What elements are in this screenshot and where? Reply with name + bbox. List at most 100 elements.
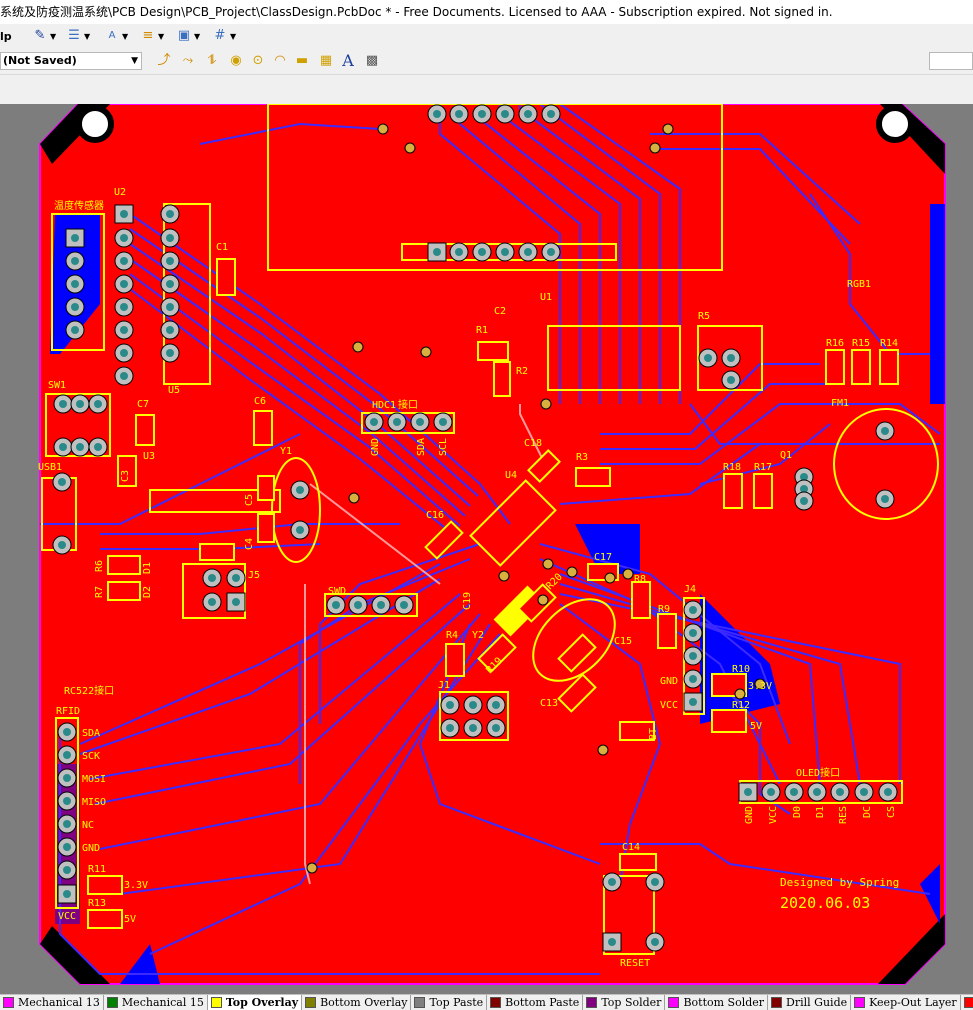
- layer-color-swatch: [854, 997, 866, 1008]
- pad-hole: [208, 574, 216, 582]
- document-tab-band: [0, 75, 973, 105]
- layer-tab-mechanical-13[interactable]: Mechanical 13: [0, 995, 104, 1010]
- layer-tab-bottom-solder[interactable]: Bottom Solder: [665, 995, 769, 1010]
- layer-tab-label: Drill Guide: [786, 996, 848, 1009]
- silk-label-d2: D2: [142, 586, 153, 598]
- grid-tool-button[interactable]: # ▼: [212, 27, 237, 45]
- pad-hole: [71, 234, 79, 242]
- via: [597, 744, 609, 756]
- place-tool-button[interactable]: ☰ ▼: [66, 27, 90, 45]
- pad-hole: [744, 788, 752, 796]
- layer-tab-keep-out-layer[interactable]: Keep-Out Layer: [851, 995, 961, 1010]
- pad-hole: [790, 788, 798, 796]
- pad-hole: [71, 326, 79, 334]
- layer-color-swatch: [3, 997, 14, 1008]
- pad-hole: [354, 601, 362, 609]
- layer-color-swatch: [771, 997, 783, 1008]
- layer-tab-label: Mechanical 15: [121, 996, 204, 1009]
- silk-label-v5b: 5V: [750, 721, 762, 732]
- place-pad-button[interactable]: ◉: [228, 52, 244, 70]
- pad-hole: [547, 110, 555, 118]
- silk-label-r7: R7: [94, 586, 105, 598]
- silk-label-nc: NC: [82, 820, 94, 831]
- diff-pair-button[interactable]: ⤳: [180, 52, 196, 70]
- text-style-icon: A: [108, 30, 116, 41]
- layer-color-swatch: [210, 997, 222, 1008]
- silk-label-r4: R4: [446, 630, 458, 641]
- layer-tab-drill-drawing[interactable]: Drill Drawing: [961, 995, 973, 1010]
- silk-label-vcc_o: VCC: [768, 806, 779, 824]
- pad-hole: [689, 629, 697, 637]
- layer-tab-bottom-overlay[interactable]: Bottom Overlay: [302, 995, 412, 1010]
- pad-hole: [94, 400, 102, 408]
- silk-label-r6: R6: [94, 560, 105, 572]
- pcb-board-view[interactable]: U2 U5 C1 U1 R5 R1 C2 R2 RGB1 R16 R15 R14 FM1 SW1 C7 C6 H…: [0, 104, 973, 994]
- interactive-route-button[interactable]: ⤴: [156, 52, 172, 70]
- via: [734, 688, 746, 700]
- pcb-canvas[interactable]: U2 U5 C1 U1 R5 R1 C2 R2 RGB1 R16 R15 R14 FM1 SW1 C7 C6 H…: [0, 104, 973, 994]
- silk-label-miso: MISO: [82, 797, 106, 808]
- place-via-button[interactable]: ⊙: [250, 52, 266, 70]
- silk-label-vcc_rf: VCC: [58, 911, 76, 922]
- silk-label-y2: Y2: [472, 630, 484, 641]
- via: [566, 566, 578, 578]
- text-tool-button[interactable]: A ▼: [104, 27, 129, 45]
- pad-hole: [501, 110, 509, 118]
- variant-combo[interactable]: (Not Saved) ▼: [0, 52, 142, 70]
- via: [348, 492, 360, 504]
- layer-tab-mechanical-15[interactable]: Mechanical 15: [104, 995, 208, 1010]
- pad-hole: [881, 495, 889, 503]
- via: [540, 398, 552, 410]
- chevron-down-icon: ▼: [230, 31, 237, 41]
- place-arc-button[interactable]: ◠: [272, 52, 288, 70]
- layer-tab-top-solder[interactable]: Top Solder: [583, 995, 666, 1010]
- via: [649, 142, 661, 154]
- silk-label-sw1: SW1: [48, 380, 66, 391]
- silk-label-r17: R17: [754, 462, 772, 473]
- silk-label-j4: J4: [684, 584, 696, 595]
- layer-tab-top-overlay[interactable]: Top Overlay: [207, 995, 303, 1010]
- silk-label-u5: U5: [168, 385, 180, 396]
- toolbar-right-box[interactable]: [929, 52, 973, 70]
- chevron-down-icon: ▼: [84, 31, 91, 41]
- silk-label-designer: Designed by Spring: [780, 876, 899, 889]
- layer-color-swatch: [106, 997, 118, 1008]
- silk-label-r15: R15: [852, 338, 870, 349]
- silk-label-c15: C15: [614, 636, 632, 647]
- help-menu-fragment[interactable]: lp: [0, 27, 12, 45]
- via-icon: ⊙: [252, 53, 264, 68]
- pad-hole: [63, 751, 71, 759]
- place-fill-button[interactable]: ▬: [294, 52, 310, 70]
- silk-label-v33b: 3.3V: [748, 681, 772, 692]
- align-tool-button[interactable]: ≡ ▼: [140, 27, 165, 45]
- route-tool-button[interactable]: ✎ ▼: [32, 27, 57, 45]
- route-icon: ⤴: [157, 53, 171, 68]
- pad-hole: [439, 418, 447, 426]
- layer-tab-top-paste[interactable]: Top Paste: [411, 995, 488, 1010]
- place-component-button[interactable]: ▩: [364, 52, 380, 70]
- pad-hole: [492, 724, 500, 732]
- multi-route-button[interactable]: ⥮: [204, 52, 220, 70]
- pad-hole: [120, 280, 128, 288]
- silk-label-c18: C18: [524, 438, 542, 449]
- pad-hole: [689, 675, 697, 683]
- layer-tab-label: Top Paste: [429, 996, 484, 1009]
- pad-hole: [120, 257, 128, 265]
- pad-hole: [836, 788, 844, 796]
- via: [420, 346, 432, 358]
- pad-hole: [58, 478, 66, 486]
- fill-icon: ▬: [295, 53, 309, 68]
- pad-hole: [704, 354, 712, 362]
- place-string-button[interactable]: A: [340, 52, 356, 70]
- silk-label-u3: U3: [143, 451, 155, 462]
- arc-icon: ◠: [274, 53, 286, 68]
- via: [352, 341, 364, 353]
- window-title-bar: 系统及防疫测温系统\PCB Design\PCB_Project\ClassDe…: [0, 0, 973, 24]
- place-polygon-button[interactable]: ▦: [318, 52, 334, 70]
- layer-tab-bottom-paste[interactable]: Bottom Paste: [487, 995, 584, 1010]
- diff-pair-icon: ⤳: [182, 53, 194, 68]
- view-tool-button[interactable]: ▣ ▼: [176, 27, 200, 45]
- pad-hole: [416, 418, 424, 426]
- layer-tab-drill-guide[interactable]: Drill Guide: [768, 995, 852, 1010]
- silk-label-rgb1: RGB1: [847, 279, 871, 290]
